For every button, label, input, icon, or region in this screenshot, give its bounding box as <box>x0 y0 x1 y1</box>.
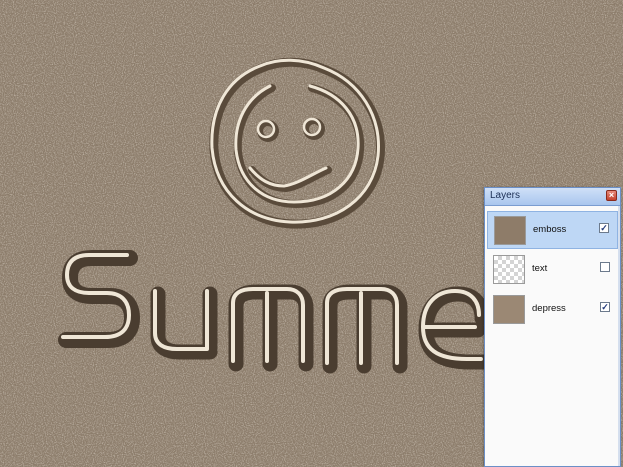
layer-thumbnail <box>493 295 525 324</box>
layer-name: emboss <box>533 224 567 235</box>
layer-name: text <box>532 263 548 274</box>
layer-name: depress <box>532 303 566 314</box>
layer-thumbnail <box>493 255 525 284</box>
layer-visibility-checkbox[interactable]: ✓ <box>600 302 610 312</box>
layers-panel-title: Layers <box>490 190 521 201</box>
panel-scrollbar-track <box>618 206 620 466</box>
layer-visibility-checkbox[interactable]: ✓ <box>599 223 609 233</box>
close-icon[interactable]: × <box>606 190 617 201</box>
layer-row-depress[interactable]: depress ✓ <box>487 291 618 329</box>
layer-row-emboss[interactable]: emboss ✓ <box>487 211 618 249</box>
layers-panel-titlebar[interactable]: Layers × <box>485 188 620 206</box>
layer-row-text[interactable]: text <box>487 251 618 289</box>
layers-panel: Layers × emboss ✓ text depress ✓ <box>484 187 621 467</box>
layer-thumbnail <box>494 216 526 245</box>
layer-visibility-checkbox[interactable] <box>600 262 610 272</box>
